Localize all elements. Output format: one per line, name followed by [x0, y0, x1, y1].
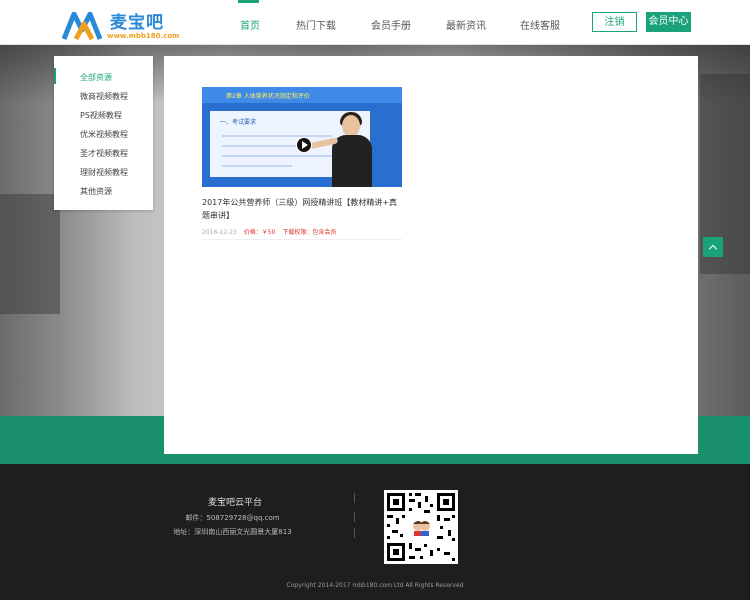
member-center-button[interactable]: 会员中心 — [646, 12, 691, 32]
footer-divider — [354, 512, 355, 522]
nav-latest-news[interactable]: 最新资讯 — [446, 17, 486, 32]
logo-text: 麦宝吧 — [110, 13, 164, 33]
course-thumbnail[interactable]: 第2章 人体营养状况测定和评价 一、考试要求 — [202, 87, 402, 187]
sidebar-item-all[interactable]: 全部资源 — [80, 72, 112, 83]
course-permission: 下载权限：包含会员 — [282, 229, 337, 236]
content-panel: 第2章 人体营养状况测定和评价 一、考试要求 2017年公共营养师（三级）网授精… — [164, 56, 698, 454]
sidebar-item-other[interactable]: 其他资源 — [80, 186, 112, 197]
copyright-text: Copyright 2014-2017 mbb180.com Ltd All R… — [286, 582, 464, 589]
course-title[interactable]: 2017年公共营养师（三级）网授精讲班【教材精讲+真题串讲】 — [202, 196, 402, 222]
logout-button[interactable]: 注销 — [592, 12, 637, 32]
logo-url: www.mbb180.com — [107, 32, 180, 40]
course-price: 价格：￥50 — [243, 229, 276, 236]
slide-text-line — [222, 165, 292, 167]
site-header: 麦宝吧 www.mbb180.com 首页 热门下载 会员手册 最新资讯 在线客… — [0, 0, 750, 45]
sidebar-item-wechat[interactable]: 微商视频教程 — [80, 91, 128, 102]
logo-mark-icon — [62, 12, 103, 40]
sidebar-item-shengcai[interactable]: 圣才视频教程 — [80, 148, 128, 159]
background-shape — [0, 194, 60, 314]
nav-home[interactable]: 首页 — [240, 17, 260, 32]
play-icon[interactable] — [296, 137, 312, 153]
presenter-head — [342, 115, 360, 137]
nav-active-indicator — [238, 0, 259, 3]
presenter-body — [332, 135, 372, 187]
slide-text-line — [222, 155, 340, 157]
sidebar-item-finance[interactable]: 理财视频教程 — [80, 167, 128, 178]
category-sidebar: 全部资源 微商视频教程 PS视频教程 优米视频教程 圣才视频教程 理财视频教程 … — [54, 56, 153, 210]
footer-divider — [354, 493, 355, 503]
site-logo[interactable]: 麦宝吧 www.mbb180.com — [62, 8, 192, 42]
chevron-up-icon[interactable] — [703, 237, 723, 257]
sidebar-item-youmi[interactable]: 优米视频教程 — [80, 129, 128, 140]
slide-text-line — [222, 135, 332, 137]
footer-divider — [354, 528, 355, 538]
qr-code-icon — [384, 490, 458, 564]
nav-hot-downloads[interactable]: 热门下载 — [296, 17, 336, 32]
course-date: 2016-12-23 — [202, 229, 237, 236]
nav-member-handbook[interactable]: 会员手册 — [371, 17, 411, 32]
thumbnail-title: 第2章 人体营养状况测定和评价 — [226, 93, 310, 100]
sidebar-item-ps[interactable]: PS视频教程 — [80, 110, 122, 121]
course-meta: 2016-12-23 价格：￥50 下载权限：包含会员 — [202, 227, 402, 240]
site-footer: 麦宝吧云平台 邮件：508729728@qq.com 地址：深圳南山西丽文光圆景… — [0, 464, 750, 600]
sidebar-active-marker — [54, 68, 56, 84]
thumbnail-subtitle: 一、考试要求 — [220, 119, 257, 126]
nav-online-service[interactable]: 在线客服 — [520, 17, 560, 32]
